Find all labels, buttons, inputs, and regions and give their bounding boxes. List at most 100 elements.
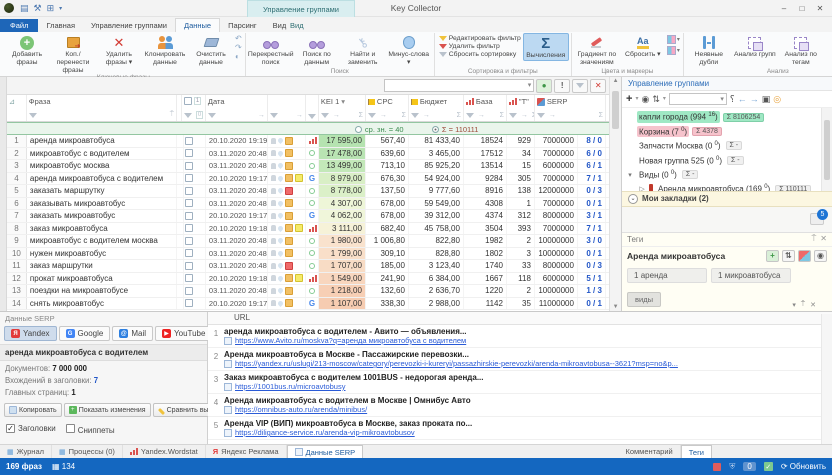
stop-icon[interactable] <box>713 463 721 471</box>
bottom-tab[interactable]: Yandex.Wordstat <box>123 445 206 458</box>
ribbon-button[interactable]: Анализ групп <box>732 33 778 59</box>
result-url[interactable]: https://diligance-service.ru/arenda-vip-… <box>224 428 828 437</box>
url-result-item[interactable]: 3Заказ микроавтобуса с водителем 1001BUS… <box>208 371 832 394</box>
groups-scrollbar[interactable] <box>821 108 832 191</box>
url-result-item[interactable]: 2Аренда микроавтобуса в Москве - Пассажи… <box>208 348 832 371</box>
bottom-tab[interactable]: ▦Процессы (0) <box>52 445 123 458</box>
table-row[interactable]: 7заказать микроавтобус20.10.2020 19:17:1… <box>7 210 609 223</box>
row-checkbox[interactable] <box>182 210 206 222</box>
result-url[interactable]: https://1001bus.ru/microavtobusy <box>224 382 828 391</box>
group-tag-button[interactable]: виды <box>627 292 661 307</box>
qat-more-icon[interactable]: ▾ <box>59 5 62 12</box>
ribbon-button[interactable]: Минус-слова ▾ <box>386 33 432 67</box>
pin-icon[interactable]: ⍑ <box>801 301 805 309</box>
col-kei[interactable]: KEI 1 ▾ →Σ <box>319 95 366 121</box>
save-icon[interactable]: ▤ <box>20 3 29 14</box>
table-scrollbar[interactable]: ▲ ▼ <box>609 77 621 311</box>
row-checkbox[interactable] <box>182 223 206 235</box>
maximize-button[interactable]: □ <box>794 2 810 15</box>
minimize-button[interactable]: – <box>776 2 792 15</box>
url-result-item[interactable]: 1аренда микроавтобуса с водителем - Авит… <box>208 325 832 348</box>
clear-filter-button[interactable]: ✕ <box>590 79 606 93</box>
expanded-icon[interactable]: ▾ <box>626 171 634 179</box>
sort-tags-button[interactable]: ⇅ <box>782 250 795 262</box>
row-checkbox[interactable] <box>182 185 206 197</box>
group-tree-item[interactable]: ▾Виды (0 0)Σ - <box>622 168 832 182</box>
ribbon-stack-button[interactable]: Редактировать фильтр <box>439 35 521 42</box>
close-icon[interactable]: ✕ <box>820 234 827 244</box>
ribbon-tab-файл[interactable]: Файл <box>0 19 38 32</box>
col-budget[interactable]: Бюджет →Σ <box>409 95 464 121</box>
serp-tab-mail[interactable]: @Mail <box>112 326 153 341</box>
ribbon-stack-button[interactable]: Удалить фильтр <box>439 43 521 50</box>
row-checkbox[interactable] <box>182 173 206 185</box>
ribbon-button[interactable]: KEI <box>824 33 832 59</box>
group-tree-item[interactable]: Корзина (7 0)Σ 4378 <box>622 124 832 138</box>
ribbon-button[interactable]: +Добавить фразы <box>4 33 50 67</box>
dropdown-icon[interactable]: ▾ <box>792 301 796 309</box>
url-scrollbar[interactable] <box>821 314 832 444</box>
add-group-dropdown-icon[interactable]: ▾ <box>635 96 638 102</box>
row-checkbox[interactable] <box>182 135 206 147</box>
bookmarks-section[interactable]: ⌄ Мои закладки (2) <box>622 191 832 207</box>
tag-chip[interactable]: 1 аренда <box>627 268 707 283</box>
tag-target-button[interactable]: ◉ <box>814 250 827 262</box>
panel-tab-теги[interactable]: Теги <box>681 445 712 458</box>
ribbon-button[interactable]: Клонировать данные <box>142 33 188 67</box>
chevron-down-icon[interactable]: ⌄ <box>628 194 638 204</box>
row-checkbox[interactable] <box>182 285 206 297</box>
mini-icon[interactable]: ◐ <box>235 53 242 61</box>
sum-radio[interactable] <box>432 126 439 133</box>
ribbon-tab-парсинг[interactable]: Парсинг <box>220 19 265 32</box>
table-row[interactable]: 4аренда микроавтобуса с водителем20.10.2… <box>7 173 609 186</box>
result-url[interactable]: https://omnibus-auto.ru/arenda/minibus/ <box>224 405 828 414</box>
serp-checkbox[interactable]: Сниппеты <box>66 424 115 435</box>
palette-button[interactable]: ▾ <box>667 46 680 55</box>
url-result-item[interactable]: 5Аренда VIP (ВИП) микроавтобуса в Москве… <box>208 417 832 440</box>
col-cpc[interactable]: CPC →Σ <box>366 95 409 121</box>
tools-icon[interactable]: ⚒ <box>34 3 42 14</box>
apply-filter-button[interactable]: ● <box>536 79 552 93</box>
col-base[interactable]: База →Σ <box>464 95 507 121</box>
close-button[interactable]: ✕ <box>812 2 828 15</box>
group-search-combobox[interactable] <box>669 93 727 105</box>
refresh-button[interactable]: ⟳ Обновить <box>781 462 826 471</box>
table-row[interactable]: 5заказать маршрутку03.11.2020 20:48:428 … <box>7 185 609 198</box>
group-tree-item[interactable]: Новая группа 525 (0 0)Σ - <box>622 153 832 167</box>
row-checkbox[interactable] <box>182 248 206 260</box>
table-row[interactable]: 12прокат микроавтобуса20.10.2020 19:18:2… <box>7 273 609 286</box>
ribbon-button[interactable]: Очистить данные <box>188 33 234 67</box>
sort-icon[interactable]: ⇅ <box>652 95 660 104</box>
warning-filter-button[interactable]: ! <box>554 79 570 93</box>
row-checkbox[interactable] <box>182 260 206 272</box>
row-checkbox[interactable] <box>182 273 206 285</box>
ribbon-button[interactable]: Коп./перенести фразы <box>50 33 96 74</box>
serp-tab-youtube[interactable]: ▶YouTube <box>155 326 212 341</box>
group-tree-item[interactable]: ▷Аренда микроавтобуса (169 0)Σ 110111 <box>622 182 832 191</box>
table-row[interactable]: 11заказ маршрутки03.11.2020 20:48:431 70… <box>7 260 609 273</box>
url-result-item[interactable]: 4Аренда микроавтобуса с водителем в Моск… <box>208 394 832 417</box>
mini-icon[interactable]: ↷ <box>235 44 242 52</box>
add-tag-button[interactable]: + <box>766 250 779 262</box>
ribbon-button[interactable]: Перекрестный поиск <box>248 33 294 67</box>
panel-tab-комментарий[interactable]: Комментарий <box>618 445 680 458</box>
table-row[interactable]: 9микроавтобус с водителем москва03.11.20… <box>7 235 609 248</box>
pin-icon[interactable]: ⍑ <box>170 111 174 119</box>
grid-icon[interactable]: ⊞ <box>47 3 55 14</box>
table-row[interactable]: 2микроавтобус с водителем03.11.2020 20:4… <box>7 148 609 161</box>
serp-tab-google[interactable]: GGoogle <box>59 326 111 341</box>
col-checkbox[interactable]: 1 0 <box>182 95 206 121</box>
target-icon[interactable]: ◎ <box>773 95 781 104</box>
table-row[interactable]: 14снять микроавтобус20.10.2020 19:17:13G… <box>7 298 609 311</box>
serp-button[interactable]: Копировать <box>4 403 62 417</box>
result-url[interactable]: https://www.Avito.ru/moskva?q=аренда мик… <box>224 336 828 345</box>
table-row[interactable]: 13поездки на микроавтобусе03.11.2020 20:… <box>7 285 609 298</box>
bottom-tab[interactable]: Данные SERP <box>287 445 364 458</box>
close-icon[interactable]: ✕ <box>810 301 816 309</box>
row-checkbox[interactable] <box>182 298 206 310</box>
avg-radio[interactable] <box>355 126 362 133</box>
mini-icon[interactable]: ↶ <box>235 35 242 43</box>
back-icon[interactable]: ← <box>738 95 747 104</box>
table-row[interactable]: 6заказывать микроавтобус03.11.2020 20:48… <box>7 198 609 211</box>
table-row[interactable]: 8заказ микроавтобуса20.10.2020 19:18:233… <box>7 223 609 236</box>
